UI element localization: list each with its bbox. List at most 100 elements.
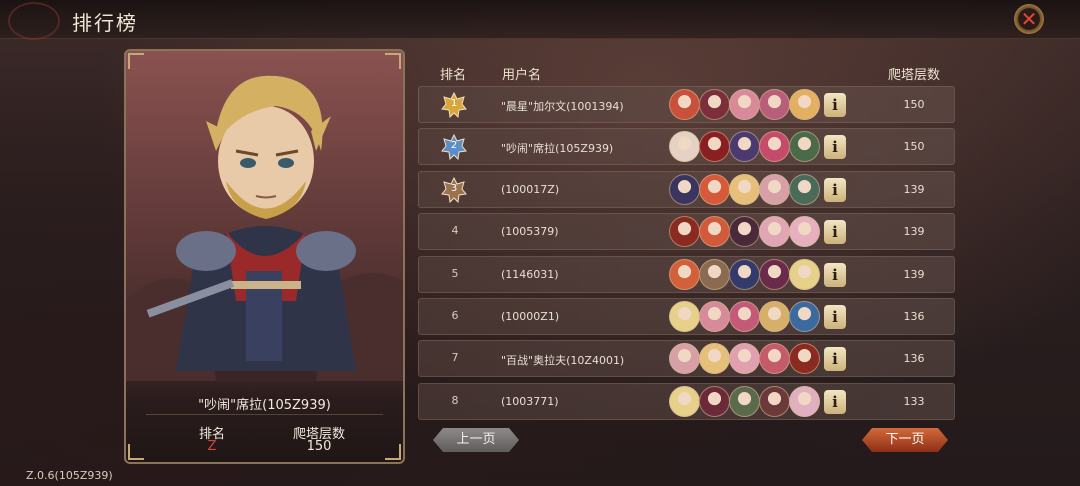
hero-avatar xyxy=(789,301,820,332)
hero-avatar xyxy=(699,131,730,163)
info-icon[interactable]: i xyxy=(824,220,846,245)
hero-avatar xyxy=(669,301,700,332)
hero-avatar xyxy=(759,301,790,332)
hero-avatar xyxy=(729,343,760,375)
hero-avatar xyxy=(789,216,820,248)
top-bar: 排行榜 ✕ xyxy=(0,0,1080,40)
card-corner xyxy=(385,53,401,69)
info-icon[interactable]: i xyxy=(824,389,846,414)
table-row[interactable]: 5 (1146031) i 139 xyxy=(418,255,955,293)
next-page-button[interactable]: 下一页 xyxy=(862,428,948,452)
user-name: (1146031) xyxy=(501,267,559,281)
info-icon[interactable]: i xyxy=(824,305,846,329)
user-name: (100017Z) xyxy=(501,182,560,196)
player-card: "吵闹"席拉(105Z939) 排名 Z 爬塔层数 150 xyxy=(124,49,405,464)
rank-medal-icon: 1 xyxy=(441,91,467,119)
header-user: 用户名 xyxy=(502,68,542,83)
floor-value: 150 xyxy=(306,439,332,454)
hero-avatar xyxy=(729,216,760,248)
hero-avatar xyxy=(699,173,730,205)
hero-avatar xyxy=(789,258,820,290)
table-row[interactable]: 7 "百战"奥拉夫(10Z4001) i 136 xyxy=(418,340,955,378)
hero-avatar xyxy=(699,258,730,290)
hero-avatar xyxy=(699,216,730,248)
hero-avatar xyxy=(759,89,790,120)
user-name: "晨星"加尔文(1001394) xyxy=(501,100,624,113)
rank-number: 4 xyxy=(451,224,459,238)
emblem-icon xyxy=(8,2,60,40)
table-row[interactable]: 1 "晨星"加尔文(1001394) i 150 xyxy=(418,86,955,123)
hero-avatar xyxy=(699,301,730,332)
hero-avatar xyxy=(669,216,700,248)
table-row[interactable]: 8 (1003771) i 133 xyxy=(418,382,955,420)
close-button[interactable]: ✕ xyxy=(1014,4,1044,34)
divider xyxy=(146,414,383,415)
hero-avatar xyxy=(789,89,820,120)
floor-count: 139 xyxy=(903,225,925,239)
floor-count: 139 xyxy=(903,182,925,196)
page-title: 排行榜 xyxy=(72,11,138,35)
floor-count: 136 xyxy=(903,310,925,323)
hero-avatar xyxy=(759,173,790,205)
table-row[interactable]: 6 (10000Z1) i 136 xyxy=(418,298,955,335)
rank-number: 3 xyxy=(450,182,458,194)
hero-avatar xyxy=(789,131,820,163)
floor-count: 136 xyxy=(903,352,925,366)
info-icon[interactable]: i xyxy=(824,93,846,117)
floor-count: 133 xyxy=(903,394,925,408)
user-name: (10000Z1) xyxy=(501,310,560,323)
user-name: "吵闹"席拉(105Z939) xyxy=(501,142,614,156)
table-row[interactable]: 2 "吵闹"席拉(105Z939) i 150 xyxy=(418,128,955,166)
hero-avatar xyxy=(759,216,790,248)
info-icon[interactable]: i xyxy=(824,347,846,372)
hero-avatar xyxy=(669,89,700,120)
info-icon[interactable]: i xyxy=(824,177,846,202)
hero-avatar xyxy=(729,301,760,332)
prev-page-button[interactable]: 上一页 xyxy=(433,428,519,452)
table-row[interactable]: 4 (1005379) i 139 xyxy=(418,213,955,251)
hero-avatar xyxy=(789,173,820,205)
rank-number: 1 xyxy=(450,98,458,109)
hero-avatar xyxy=(789,385,820,417)
user-name: "百战"奥拉夫(10Z4001) xyxy=(501,354,625,368)
hero-avatar xyxy=(669,385,700,417)
hero-avatar xyxy=(699,89,730,120)
card-corner xyxy=(128,444,144,460)
hero-avatar xyxy=(729,131,760,163)
rank-number: 7 xyxy=(451,351,459,365)
hero-avatar xyxy=(729,385,760,417)
hero-avatar xyxy=(669,258,700,290)
hero-avatar xyxy=(759,385,790,417)
floor-count: 150 xyxy=(903,98,925,111)
rank-number: 8 xyxy=(451,393,459,407)
rank-number: 5 xyxy=(451,266,459,280)
hero-avatar xyxy=(729,173,760,205)
rank-number: 2 xyxy=(450,140,458,152)
hero-avatar xyxy=(759,258,790,290)
table-row[interactable]: 3 (100017Z) i 139 xyxy=(418,170,955,208)
card-corner xyxy=(385,444,401,460)
hero-avatar xyxy=(669,131,700,163)
rank-medal-icon: 2 xyxy=(441,134,467,161)
hero-avatar xyxy=(759,343,790,375)
info-icon[interactable]: i xyxy=(824,135,846,160)
header-rank: 排名 xyxy=(440,68,467,83)
floor-count: 150 xyxy=(903,140,925,154)
card-corner xyxy=(128,53,144,69)
header-floor: 爬塔层数 xyxy=(888,68,941,83)
close-icon: ✕ xyxy=(1020,7,1038,31)
player-name: "吵闹"席拉(105Z939) xyxy=(198,398,331,413)
hero-avatar xyxy=(699,343,730,375)
rank-medal-icon: 3 xyxy=(441,176,467,203)
floor-count: 139 xyxy=(903,267,925,281)
user-name: (1005379) xyxy=(501,225,559,239)
rank-number: 6 xyxy=(451,309,459,322)
hero-avatar xyxy=(729,89,760,120)
hero-avatar xyxy=(789,343,820,375)
rank-value: Z xyxy=(207,439,217,454)
version-text: Z.0.6(105Z939) xyxy=(26,469,113,482)
user-name: (1003771) xyxy=(501,394,559,408)
info-icon[interactable]: i xyxy=(824,262,846,287)
hero-avatar xyxy=(759,131,790,163)
hero-avatar xyxy=(669,343,700,375)
